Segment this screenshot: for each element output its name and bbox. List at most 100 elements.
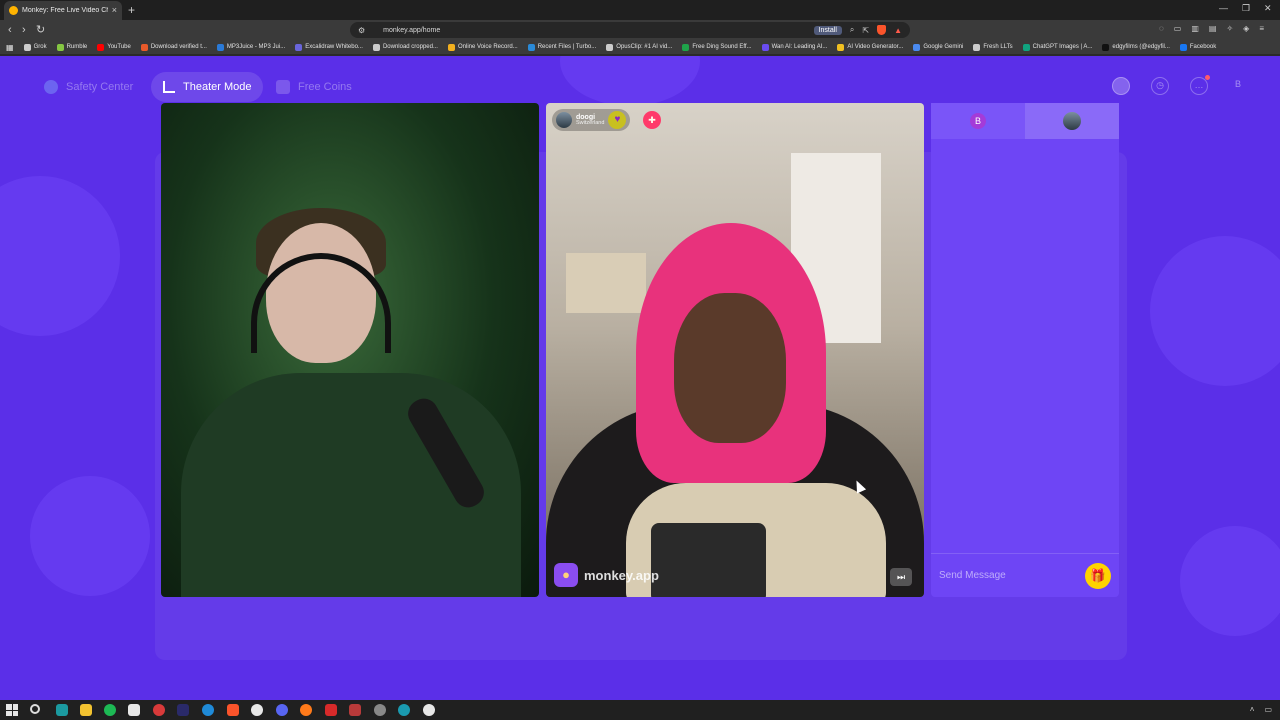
chat-input-bar: Send Message 🎁 — [931, 553, 1119, 597]
edge-icon[interactable] — [202, 704, 214, 716]
bookmark-favicon-icon — [23, 43, 31, 51]
taskbar-app-icon[interactable] — [56, 704, 68, 716]
bookmark-item[interactable]: Free Ding Sound Eff... — [682, 43, 752, 51]
brave-icon[interactable] — [227, 704, 239, 716]
url-text[interactable]: monkey.app/home — [383, 27, 805, 34]
taskbar-app-icon[interactable] — [398, 704, 410, 716]
install-button[interactable]: Install — [813, 25, 842, 35]
file-explorer-icon[interactable] — [80, 704, 92, 716]
bookmark-item[interactable]: OpusClip: #1 AI vid... — [606, 43, 672, 51]
discord-icon[interactable] — [276, 704, 288, 716]
bookmark-favicon-icon — [606, 43, 614, 51]
after-effects-icon[interactable] — [177, 704, 189, 716]
safety-center-button[interactable]: Safety Center — [32, 72, 145, 102]
chat-tab-remote[interactable] — [1025, 103, 1119, 139]
close-window-icon[interactable]: ✕ — [1264, 3, 1272, 14]
send-message-input[interactable]: Send Message — [939, 570, 1085, 581]
free-coins-label: Free Coins — [298, 81, 352, 93]
address-bar[interactable]: ⚙ monkey.app/home Install ⌕ ⇱ ▲ — [350, 22, 910, 38]
top-nav: Safety Center Theater Mode Free Coins ◷ … — [0, 70, 1280, 104]
os-taskbar: ˄ ▭ — [0, 700, 1280, 720]
bookmark-favicon-icon — [372, 43, 380, 51]
gift-icon[interactable]: 🎁 — [1085, 562, 1111, 589]
bookmark-item[interactable]: YouTube — [97, 43, 131, 51]
bookmark-item[interactable]: Online Voice Record... — [447, 43, 518, 51]
split-view-icon[interactable]: ▤ — [1209, 24, 1217, 33]
bookmark-item[interactable]: Wan AI: Leading AI... — [761, 43, 827, 51]
sidebar-icon[interactable]: ▥ — [1191, 24, 1199, 33]
bookmark-item[interactable]: AI Video Generator... — [837, 43, 903, 51]
taskbar-app-icon[interactable] — [251, 704, 263, 716]
browser-toolbar: ‹ › ↻ ▯ ⚙ monkey.app/home Install ⌕ ⇱ ▲ … — [0, 20, 1280, 40]
browser-tab[interactable]: Monkey: Free Live Video Chat × — [4, 1, 122, 20]
bookmark-item[interactable]: Grok — [23, 43, 47, 51]
zoom-icon[interactable]: ⌕ — [850, 25, 854, 35]
minimize-icon[interactable]: — — [1219, 3, 1228, 13]
firefox-icon[interactable] — [300, 704, 312, 716]
bookmark-item[interactable]: MP3Juice - MP3 Jui... — [216, 43, 285, 51]
search-icon[interactable] — [30, 704, 40, 714]
remote-avatar — [1063, 112, 1081, 130]
back-icon[interactable]: ‹ — [8, 23, 12, 37]
chat-panel: B Send Message 🎁 — [931, 103, 1119, 597]
restore-icon[interactable]: ❐ — [1242, 3, 1250, 14]
bookmark-favicon-icon — [973, 43, 981, 51]
new-tab-icon[interactable]: + — [128, 3, 135, 17]
safety-center-label: Safety Center — [66, 81, 134, 93]
alert-icon[interactable]: ▲ — [894, 26, 902, 35]
watermark-text: monkey.app — [584, 567, 659, 583]
chat-tabs: B — [931, 103, 1119, 139]
taskbar-app-icon[interactable] — [423, 704, 435, 716]
taskbar-app-icon[interactable] — [325, 704, 337, 716]
bookmark-favicon-icon — [1102, 43, 1110, 51]
messages-icon[interactable]: … — [1190, 75, 1210, 95]
taskbar-app-icon[interactable] — [128, 704, 140, 716]
theater-mode-button[interactable]: Theater Mode — [151, 72, 264, 102]
bookmark-item[interactable]: Google Gemini — [913, 43, 963, 51]
reload-icon[interactable]: ↻ — [36, 23, 45, 37]
notifications-icon[interactable]: ▭ — [1264, 705, 1272, 714]
free-coins-button[interactable]: Free Coins — [264, 72, 364, 102]
store-icon[interactable] — [1112, 77, 1130, 95]
share-icon[interactable]: ⇱ — [862, 26, 869, 35]
site-info-icon[interactable]: ⚙ — [358, 26, 365, 35]
brave-shield-icon[interactable] — [877, 25, 887, 35]
bookmark-item[interactable]: Download verified t... — [140, 43, 207, 51]
taskbar-app-icon[interactable] — [153, 704, 165, 716]
bookmark-item[interactable]: Rumble — [56, 43, 87, 51]
bookmark-item[interactable]: Fresh LLTs — [973, 43, 1013, 51]
bookmark-favicon-icon — [447, 43, 455, 51]
bookmark-item[interactable]: Facebook — [1179, 43, 1216, 51]
bookmark-item[interactable]: edgyfilms (@edgyfil... — [1102, 43, 1170, 51]
chevron-up-icon[interactable]: ˄ — [1250, 705, 1255, 714]
bookmark-item[interactable]: ChatGPT Images | A... — [1022, 43, 1092, 51]
chat-icon[interactable]: ◌ — [1159, 24, 1164, 33]
monkey-logo-icon: ● — [554, 563, 578, 587]
close-tab-icon[interactable]: × — [112, 6, 117, 15]
bookmark-item[interactable]: Download cropped... — [372, 43, 438, 51]
heart-icon[interactable]: ♥ — [608, 111, 627, 129]
taskbar-app-icon[interactable] — [349, 704, 361, 716]
leo-icon[interactable]: ✧ — [1226, 24, 1233, 33]
history-icon[interactable]: ◷ — [1151, 77, 1169, 95]
bookmark-item[interactable]: Recent Files | Turbo... — [527, 43, 596, 51]
windows-start-icon[interactable] — [6, 704, 18, 716]
menu-icon[interactable]: ≡ — [1259, 24, 1264, 33]
toolbar-actions: ◌ ▭ ▥ ▤ ✧ ◈ ≡ — [1159, 24, 1264, 33]
obs-icon[interactable] — [374, 704, 386, 716]
chat-tab-self[interactable]: B — [931, 103, 1025, 139]
wallet-icon[interactable]: ▭ — [1174, 24, 1182, 33]
swiss-flag-icon: ✚ — [643, 111, 661, 129]
skip-button[interactable]: ⏭ — [890, 568, 912, 586]
forward-icon[interactable]: › — [22, 23, 26, 37]
tab-title: Monkey: Free Live Video Chat — [22, 7, 108, 14]
browser-tab-bar: Monkey: Free Live Video Chat × + — ❐ ✕ — [0, 0, 1280, 20]
spotify-icon[interactable] — [104, 704, 116, 716]
bookmark-favicon-icon — [216, 43, 224, 51]
apps-grid-icon[interactable]: ▦ — [6, 43, 14, 52]
vpn-icon[interactable]: ◈ — [1243, 24, 1249, 33]
profile-avatar[interactable]: B — [1229, 77, 1247, 95]
remote-user-badge[interactable]: doogi Switzerland ♥ — [552, 109, 631, 131]
shield-icon — [44, 80, 58, 94]
bookmark-item[interactable]: Excalidraw Whitebo... — [295, 43, 363, 51]
